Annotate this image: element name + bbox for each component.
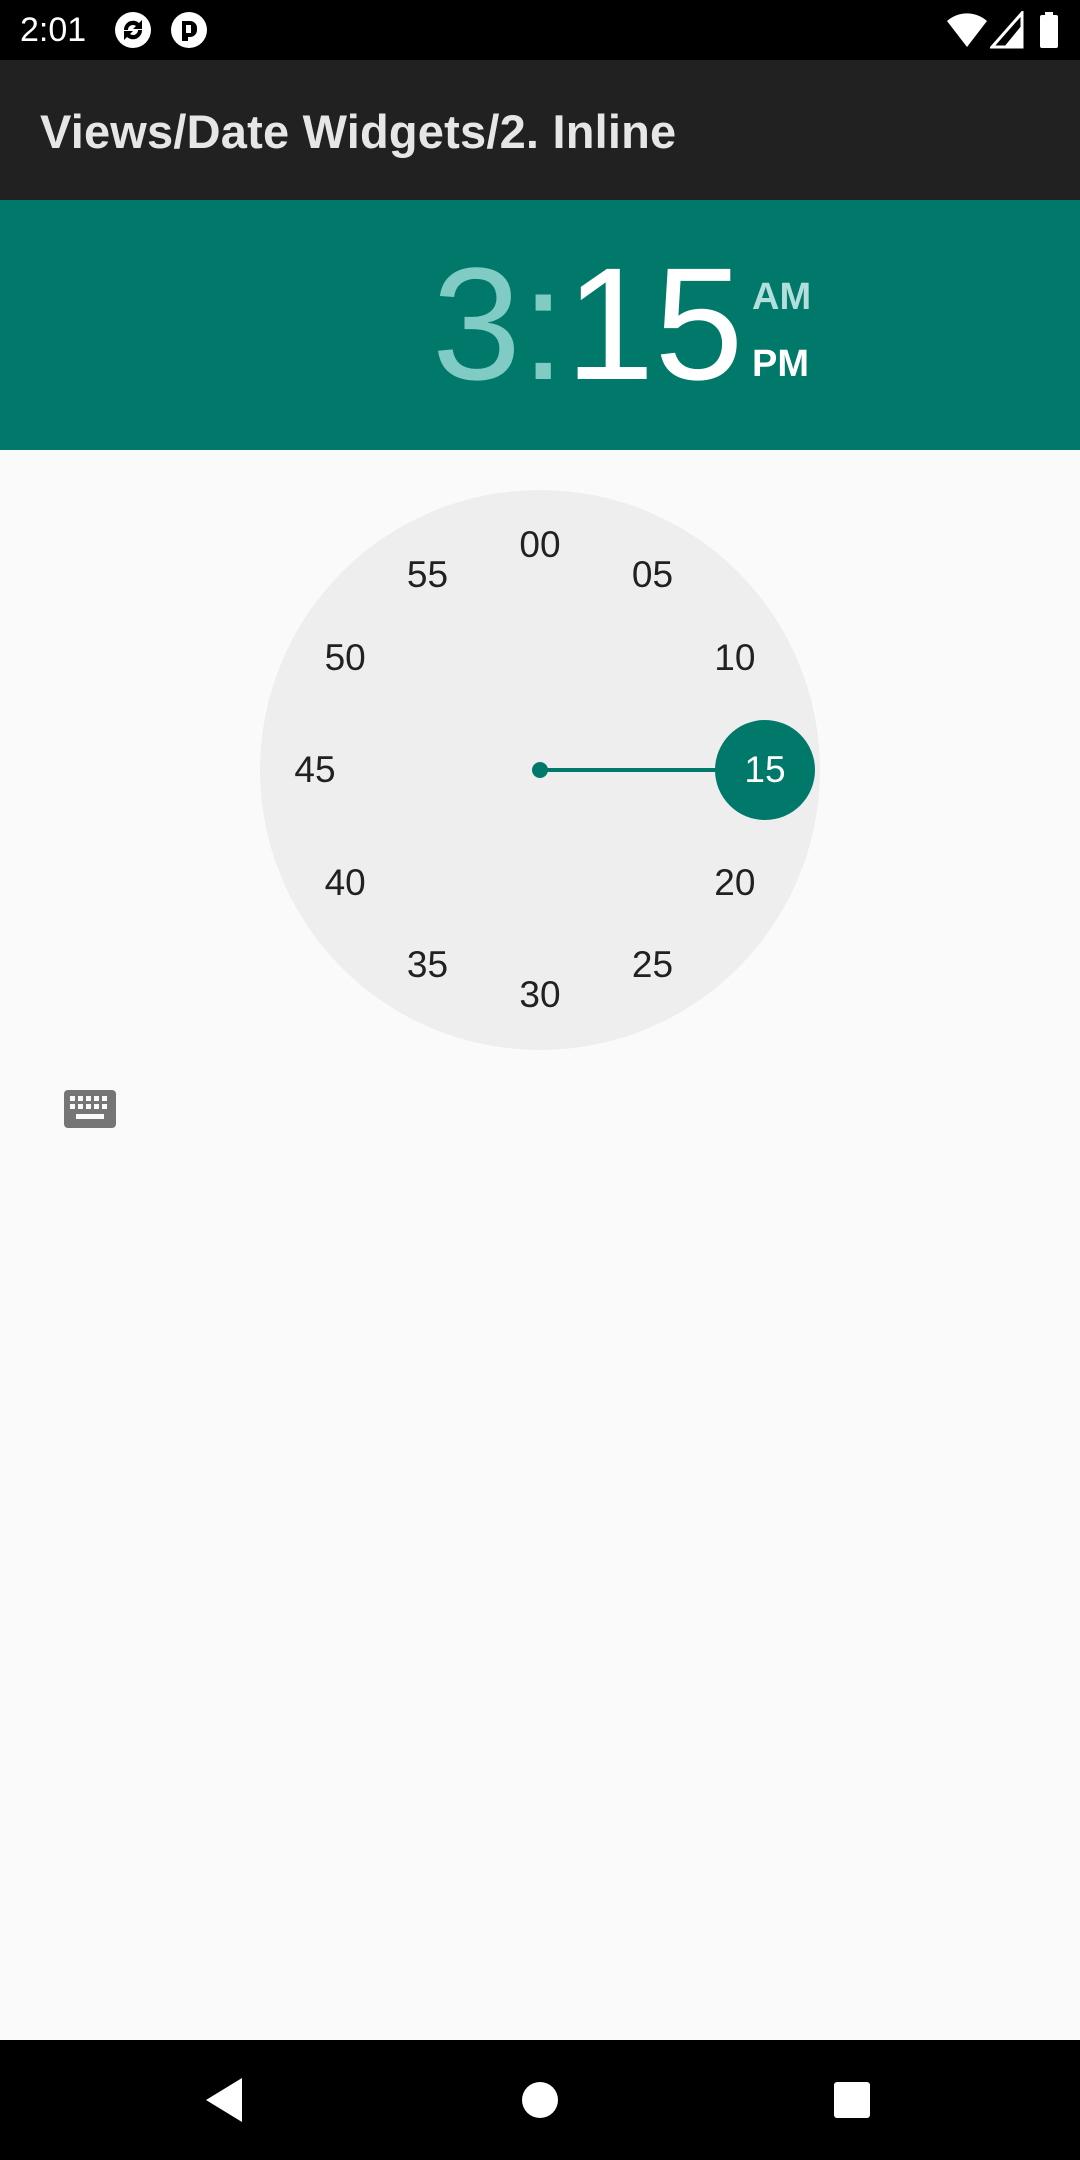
signal-icon bbox=[990, 11, 1024, 49]
wifi-icon bbox=[947, 13, 987, 47]
am-toggle[interactable]: AM bbox=[752, 275, 811, 319]
minute-display[interactable]: 15 bbox=[565, 234, 743, 413]
back-icon[interactable] bbox=[184, 2060, 264, 2140]
clock-face[interactable]: 00 05 10 15 20 25 30 35 40 45 50 55 bbox=[260, 490, 820, 1050]
hour-display[interactable]: 3 bbox=[432, 234, 521, 413]
clock-label-25[interactable]: 25 bbox=[613, 940, 693, 990]
clock-label-30[interactable]: 30 bbox=[500, 970, 580, 1020]
time-display: 3:15 bbox=[432, 244, 743, 404]
status-time: 2:01 bbox=[20, 11, 87, 49]
notification-app-icon bbox=[171, 12, 207, 48]
keyboard-icon[interactable] bbox=[62, 1088, 118, 1130]
time-separator: : bbox=[520, 234, 566, 413]
clock-label-05[interactable]: 05 bbox=[613, 550, 693, 600]
clock-label-40[interactable]: 40 bbox=[305, 858, 385, 908]
app-bar: Views/Date Widgets/2. Inline bbox=[0, 60, 1080, 200]
navigation-bar bbox=[0, 2040, 1080, 2160]
pm-toggle[interactable]: PM bbox=[752, 342, 809, 386]
clock-label-55[interactable]: 55 bbox=[388, 550, 468, 600]
recents-icon[interactable] bbox=[812, 2060, 892, 2140]
home-icon[interactable] bbox=[500, 2060, 580, 2140]
battery-icon bbox=[1040, 12, 1058, 48]
clock-label-20[interactable]: 20 bbox=[695, 858, 775, 908]
app-title: Views/Date Widgets/2. Inline bbox=[40, 105, 677, 158]
time-picker-header: 3:15 AM PM bbox=[0, 200, 1080, 450]
clock-label-15[interactable]: 15 bbox=[725, 745, 805, 795]
clock-label-35[interactable]: 35 bbox=[388, 940, 468, 990]
clock-label-10[interactable]: 10 bbox=[695, 633, 775, 683]
clock-label-45[interactable]: 45 bbox=[275, 745, 355, 795]
clock-label-50[interactable]: 50 bbox=[305, 633, 385, 683]
status-bar: 2:01 bbox=[0, 0, 1080, 60]
clock-label-00[interactable]: 00 bbox=[500, 520, 580, 570]
sync-app-icon bbox=[115, 12, 151, 48]
clock-center-dot bbox=[532, 762, 548, 778]
